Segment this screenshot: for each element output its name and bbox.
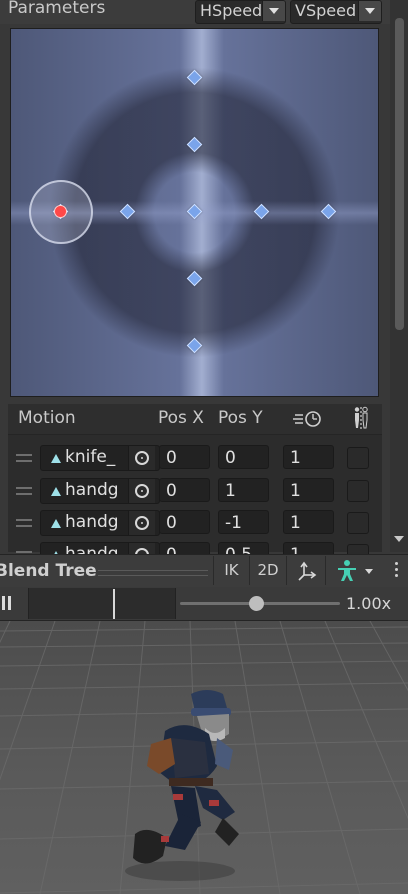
pos-y-field[interactable]: -1 bbox=[218, 510, 269, 534]
pos-x-field[interactable]: 0 bbox=[159, 478, 210, 502]
pivot-axis-icon bbox=[298, 561, 317, 581]
motion-column-header: Motion bbox=[18, 408, 76, 428]
timeline-playhead[interactable] bbox=[113, 589, 115, 619]
preview-title: Blend Tree bbox=[0, 561, 97, 581]
pos-x-field[interactable]: 0 bbox=[159, 510, 210, 534]
clock-speed-icon bbox=[293, 409, 325, 429]
3d-preview-viewport[interactable] bbox=[0, 621, 408, 894]
speed-field[interactable]: 1 bbox=[283, 510, 334, 534]
y-parameter-value: VSpeed bbox=[295, 1, 357, 20]
row-drag-handle[interactable] bbox=[16, 487, 32, 495]
more-options-icon[interactable] bbox=[395, 562, 399, 580]
y-parameter-dropdown[interactable]: VSpeed bbox=[290, 0, 382, 24]
preview-avatar-dropdown[interactable] bbox=[325, 556, 384, 585]
motion-clip-field[interactable]: knife_ bbox=[40, 445, 160, 471]
ik-toggle-button[interactable]: IK bbox=[213, 556, 249, 585]
row-drag-handle[interactable] bbox=[16, 519, 32, 527]
mirror-figure-icon bbox=[349, 406, 371, 430]
mirror-checkbox[interactable] bbox=[347, 480, 369, 502]
scrollbar-thumb[interactable] bbox=[395, 18, 404, 330]
preview-timeline[interactable] bbox=[28, 588, 176, 619]
motion-clip-field[interactable]: handg bbox=[40, 478, 160, 504]
object-picker-icon[interactable] bbox=[128, 479, 155, 503]
pos-x-column-header: Pos X bbox=[158, 408, 204, 428]
blend-space-graph[interactable] bbox=[10, 28, 379, 397]
blend-cursor-dot[interactable] bbox=[54, 205, 67, 218]
blend-point[interactable] bbox=[186, 270, 203, 287]
speed-value-label: 1.00x bbox=[346, 594, 392, 613]
chevron-down-icon bbox=[358, 1, 381, 21]
pivot-toggle-button[interactable] bbox=[286, 556, 325, 585]
mirror-checkbox[interactable] bbox=[347, 512, 369, 534]
row-drag-handle[interactable] bbox=[16, 454, 32, 462]
animation-clip-icon bbox=[51, 454, 61, 463]
x-parameter-value: HSpeed bbox=[200, 1, 263, 20]
animation-clip-icon bbox=[51, 519, 61, 528]
x-parameter-dropdown[interactable]: HSpeed bbox=[195, 0, 286, 24]
object-picker-icon[interactable] bbox=[128, 446, 155, 470]
motion-clip-name: knife_ bbox=[65, 447, 116, 467]
parameters-title: Parameters bbox=[8, 0, 106, 18]
blend-point[interactable] bbox=[186, 69, 203, 86]
scroll-down-arrow-icon[interactable] bbox=[394, 536, 404, 542]
object-picker-icon[interactable] bbox=[128, 511, 155, 535]
motion-clip-name: handg bbox=[65, 512, 119, 532]
blend-point[interactable] bbox=[186, 337, 203, 354]
chevron-down-icon bbox=[262, 1, 285, 21]
motion-clip-name: handg bbox=[65, 480, 119, 500]
pos-y-field[interactable]: 1 bbox=[218, 478, 269, 502]
animation-clip-icon bbox=[51, 487, 61, 496]
toolbar-drag-grip[interactable] bbox=[98, 570, 208, 576]
speed-field[interactable]: 1 bbox=[283, 478, 334, 502]
pos-y-field[interactable]: 0 bbox=[218, 445, 269, 469]
speed-slider-thumb[interactable] bbox=[249, 596, 264, 611]
speed-field[interactable]: 1 bbox=[283, 445, 334, 469]
character-model bbox=[133, 690, 239, 864]
pos-y-column-header: Pos Y bbox=[218, 408, 263, 428]
pause-icon[interactable] bbox=[2, 596, 12, 610]
mirror-checkbox[interactable] bbox=[347, 447, 369, 469]
motion-clip-field[interactable]: handg bbox=[40, 510, 160, 536]
2d-toggle-button[interactable]: 2D bbox=[249, 556, 286, 585]
pos-x-field[interactable]: 0 bbox=[159, 445, 210, 469]
blend-point[interactable] bbox=[186, 136, 203, 153]
avatar-figure-icon bbox=[338, 560, 373, 581]
